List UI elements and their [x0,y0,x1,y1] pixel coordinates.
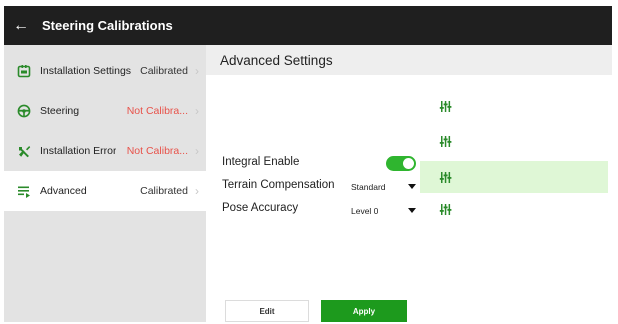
installation-error-icon [16,143,32,159]
app-frame: ← Steering Calibrations Installation Set… [4,6,612,322]
app-title: Steering Calibrations [42,18,173,33]
sidebar-item-advanced[interactable]: Advanced Calibrated › [4,171,206,211]
apply-button[interactable]: Apply [321,300,407,322]
advanced-list-icon [16,183,32,199]
edit-button[interactable]: Edit [225,300,309,322]
sidebar-item-installation-settings[interactable]: Installation Settings Calibrated › [4,51,206,91]
terrain-compensation-label: Terrain Compensation [222,179,335,191]
tune-sliders-icon[interactable] [438,170,452,184]
sidebar-item-installation-error[interactable]: Installation Error Not Calibra... › [4,131,206,171]
terrain-compensation-value[interactable]: Standard [351,182,386,192]
steering-wheel-icon [16,103,32,119]
tune-sliders-icon[interactable] [438,202,452,216]
toggle-knob [403,158,414,169]
sidebar: Installation Settings Calibrated › Steer… [4,45,206,322]
chevron-right-icon: › [195,184,199,198]
calibration-status: Not Calibra... [126,145,188,157]
section-title: Advanced Settings [220,52,333,68]
chevron-right-icon: › [195,144,199,158]
back-arrow-icon[interactable]: ← [4,6,38,45]
calibration-status: Calibrated [140,65,188,77]
calibration-status: Not Calibra... [126,105,188,117]
sidebar-item-steering[interactable]: Steering Not Calibra... › [4,91,206,131]
chevron-right-icon: › [195,64,199,78]
tune-sliders-icon[interactable] [438,99,452,113]
pose-accuracy-label: Pose Accuracy [222,202,299,214]
dropdown-caret-icon[interactable] [408,184,416,189]
sidebar-item-label: Installation Settings [40,65,132,77]
section-header: Advanced Settings [206,45,612,75]
tune-sliders-icon[interactable] [438,134,452,148]
main-panel: Advanced Settings Integral Enable Terrai… [206,45,612,322]
integral-enable-label: Integral Enable [222,156,300,168]
dropdown-caret-icon[interactable] [408,208,416,213]
pose-accuracy-value[interactable]: Level 0 [351,206,378,216]
calibration-status: Calibrated [140,185,188,197]
chevron-right-icon: › [195,104,199,118]
sidebar-item-label: Steering [40,105,80,117]
installation-settings-icon [16,63,32,79]
sidebar-item-label: Advanced [40,185,87,197]
integral-enable-toggle[interactable] [386,156,416,171]
sidebar-item-label: Installation Error [40,145,117,157]
title-bar: ← Steering Calibrations [4,6,612,45]
